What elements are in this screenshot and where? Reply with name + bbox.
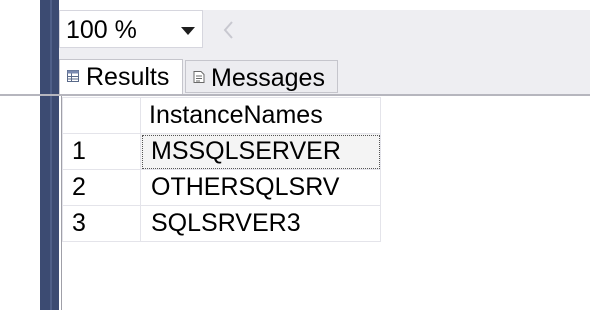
editor-margin bbox=[40, 0, 59, 310]
tab-messages-label: Messages bbox=[211, 64, 325, 92]
scroll-left-icon[interactable] bbox=[220, 19, 238, 41]
results-pane: 100 % Results Messages InstanceNames 1 M… bbox=[0, 0, 590, 310]
zoom-dropdown[interactable]: 100 % bbox=[59, 10, 203, 48]
grid-icon bbox=[67, 70, 79, 82]
results-tabstrip: Results Messages bbox=[59, 50, 590, 94]
row-number[interactable]: 2 bbox=[62, 169, 141, 206]
messages-icon bbox=[193, 71, 205, 83]
chevron-down-icon[interactable] bbox=[181, 27, 195, 35]
row-number[interactable]: 1 bbox=[62, 133, 141, 170]
instance-name-cell[interactable]: OTHERSQLSRV bbox=[140, 169, 381, 206]
results-grid: InstanceNames 1 MSSQLSERVER 2 OTHERSQLSR… bbox=[62, 97, 381, 242]
left-rail bbox=[0, 0, 42, 310]
instance-name-cell[interactable]: SQLSRVER3 bbox=[140, 205, 381, 242]
tab-results-label: Results bbox=[86, 63, 170, 91]
row-number[interactable]: 3 bbox=[62, 205, 141, 242]
grid-header-row: InstanceNames bbox=[62, 97, 381, 134]
tab-messages[interactable]: Messages bbox=[185, 60, 338, 93]
instance-name-cell[interactable]: MSSQLSERVER bbox=[140, 133, 381, 170]
column-header-instancenames[interactable]: InstanceNames bbox=[140, 97, 381, 134]
table-row[interactable]: 2 OTHERSQLSRV bbox=[62, 169, 381, 206]
tab-results[interactable]: Results bbox=[59, 59, 183, 94]
table-row[interactable]: 1 MSSQLSERVER bbox=[62, 133, 381, 170]
row-number-header[interactable] bbox=[62, 97, 141, 134]
editor-margin-highlight bbox=[50, 0, 52, 310]
zoom-value: 100 % bbox=[66, 16, 137, 44]
table-row[interactable]: 3 SQLSRVER3 bbox=[62, 205, 381, 242]
results-toolbar: 100 % bbox=[59, 10, 590, 50]
